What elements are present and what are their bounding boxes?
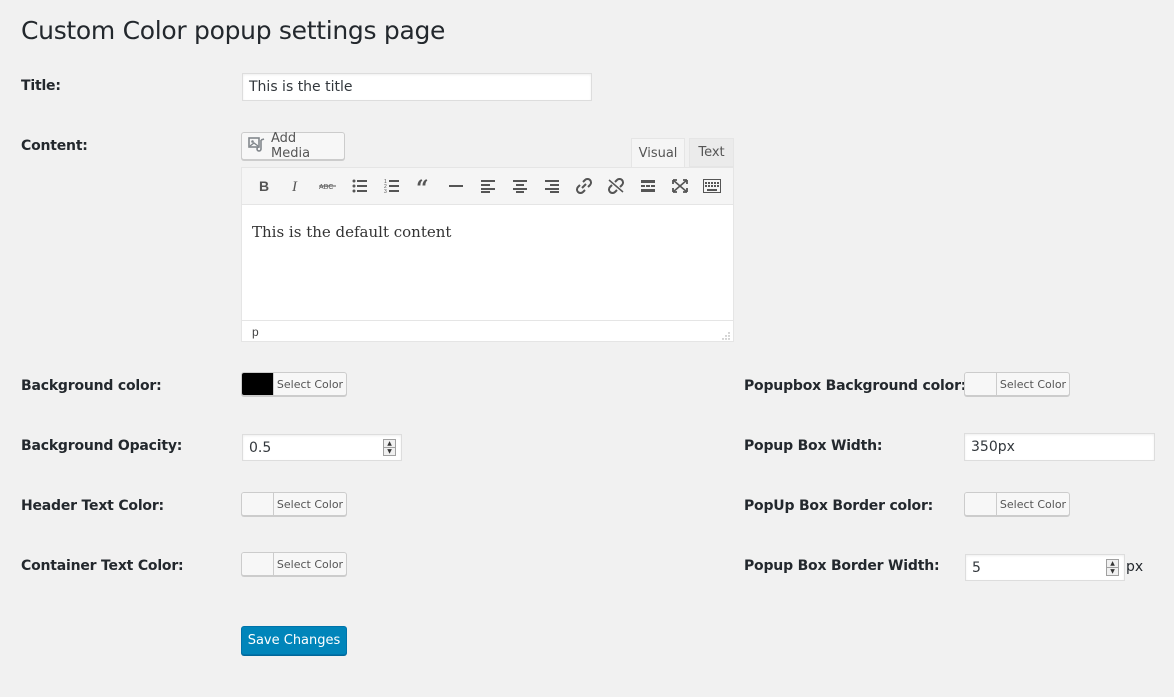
svg-text:B: B xyxy=(259,179,269,193)
editor-body[interactable]: This is the default content xyxy=(242,205,733,320)
bg-color-button-label: Select Color xyxy=(276,377,344,391)
svg-text:3: 3 xyxy=(384,189,387,193)
popup-bg-color-label: Popupbox Background color: xyxy=(744,378,967,394)
svg-text:ABC: ABC xyxy=(319,184,333,191)
bg-opacity-stepper[interactable]: ▲ ▼ xyxy=(383,439,396,456)
add-media-button[interactable]: Add Media xyxy=(241,131,345,161)
stepper-down-icon[interactable]: ▼ xyxy=(1107,568,1118,575)
popup-bg-color-swatch xyxy=(965,373,997,395)
save-changes-label: Save Changes xyxy=(247,633,341,648)
bg-color-swatch xyxy=(242,373,274,395)
title-label: Title: xyxy=(21,78,61,94)
title-input-value: This is the title xyxy=(249,79,353,95)
container-text-color-swatch xyxy=(242,553,274,575)
header-text-color-swatch xyxy=(242,493,274,515)
align-center-icon[interactable] xyxy=(506,172,534,200)
svg-text:“: “ xyxy=(416,179,429,193)
container-text-color-button[interactable]: Select Color xyxy=(241,552,347,576)
popup-width-input[interactable]: 350px xyxy=(964,433,1155,461)
editor-statusbar: p xyxy=(242,320,733,343)
link-icon[interactable] xyxy=(570,172,598,200)
editor-toolbar: B I ABC 123 “ xyxy=(242,168,733,205)
popup-border-width-input[interactable]: 5 ▲ ▼ xyxy=(965,554,1125,581)
popup-border-color-label: PopUp Box Border color: xyxy=(744,498,934,514)
popup-border-color-button-label: Select Color xyxy=(999,497,1067,511)
read-more-icon[interactable] xyxy=(634,172,662,200)
header-text-color-label: Header Text Color: xyxy=(21,498,164,514)
popup-border-width-stepper[interactable]: ▲ ▼ xyxy=(1106,559,1119,576)
bullet-list-icon[interactable] xyxy=(346,172,374,200)
popup-width-value: 350px xyxy=(971,439,1015,455)
bg-color-button[interactable]: Select Color xyxy=(241,372,347,396)
bg-opacity-value: 0.5 xyxy=(249,439,272,456)
title-input[interactable]: This is the title xyxy=(242,73,592,101)
container-text-color-label: Container Text Color: xyxy=(21,558,184,574)
container-text-color-button-label: Select Color xyxy=(276,557,344,571)
editor-content: This is the default content xyxy=(252,223,452,241)
strikethrough-icon[interactable]: ABC xyxy=(314,172,342,200)
popup-border-width-value: 5 xyxy=(972,559,981,576)
align-right-icon[interactable] xyxy=(538,172,566,200)
svg-text:I: I xyxy=(291,179,298,193)
italic-icon[interactable]: I xyxy=(282,172,310,200)
header-text-color-button-label: Select Color xyxy=(276,497,344,511)
numbered-list-icon[interactable]: 123 xyxy=(378,172,406,200)
horizontal-rule-icon[interactable] xyxy=(442,172,470,200)
add-media-label: Add Media xyxy=(271,131,311,161)
tab-visual-label: Visual xyxy=(638,145,678,161)
bg-color-label: Background color: xyxy=(21,378,162,394)
popup-border-color-button[interactable]: Select Color xyxy=(964,492,1070,516)
popup-bg-color-button-label: Select Color xyxy=(999,377,1067,391)
toolbar-toggle-icon[interactable] xyxy=(698,172,726,200)
bg-opacity-label: Background Opacity: xyxy=(21,438,183,454)
tab-visual[interactable]: Visual xyxy=(631,138,685,167)
align-left-icon[interactable] xyxy=(474,172,502,200)
media-icon xyxy=(248,136,266,156)
unlink-icon[interactable] xyxy=(602,172,630,200)
stepper-down-icon[interactable]: ▼ xyxy=(384,448,395,455)
stepper-up-icon[interactable]: ▲ xyxy=(384,440,395,448)
resize-handle-icon[interactable] xyxy=(722,332,730,340)
page-title: Custom Color popup settings page xyxy=(21,16,446,45)
content-editor: B I ABC 123 “ This is the default conten… xyxy=(241,167,734,342)
tab-text[interactable]: Text xyxy=(689,138,734,167)
bold-icon[interactable]: B xyxy=(250,172,278,200)
save-changes-button[interactable]: Save Changes xyxy=(241,626,347,655)
blockquote-icon[interactable]: “ xyxy=(410,172,438,200)
popup-width-label: Popup Box Width: xyxy=(744,438,883,454)
header-text-color-button[interactable]: Select Color xyxy=(241,492,347,516)
stepper-up-icon[interactable]: ▲ xyxy=(1107,560,1118,568)
element-path[interactable]: p xyxy=(252,325,259,339)
popup-border-width-label: Popup Box Border Width: xyxy=(744,558,940,574)
popup-bg-color-button[interactable]: Select Color xyxy=(964,372,1070,396)
bg-opacity-input[interactable]: 0.5 ▲ ▼ xyxy=(242,434,402,461)
popup-border-color-swatch xyxy=(965,493,997,515)
content-label: Content: xyxy=(21,138,88,154)
fullscreen-icon[interactable] xyxy=(666,172,694,200)
tab-text-label: Text xyxy=(698,145,725,160)
border-width-unit: px xyxy=(1126,559,1144,575)
